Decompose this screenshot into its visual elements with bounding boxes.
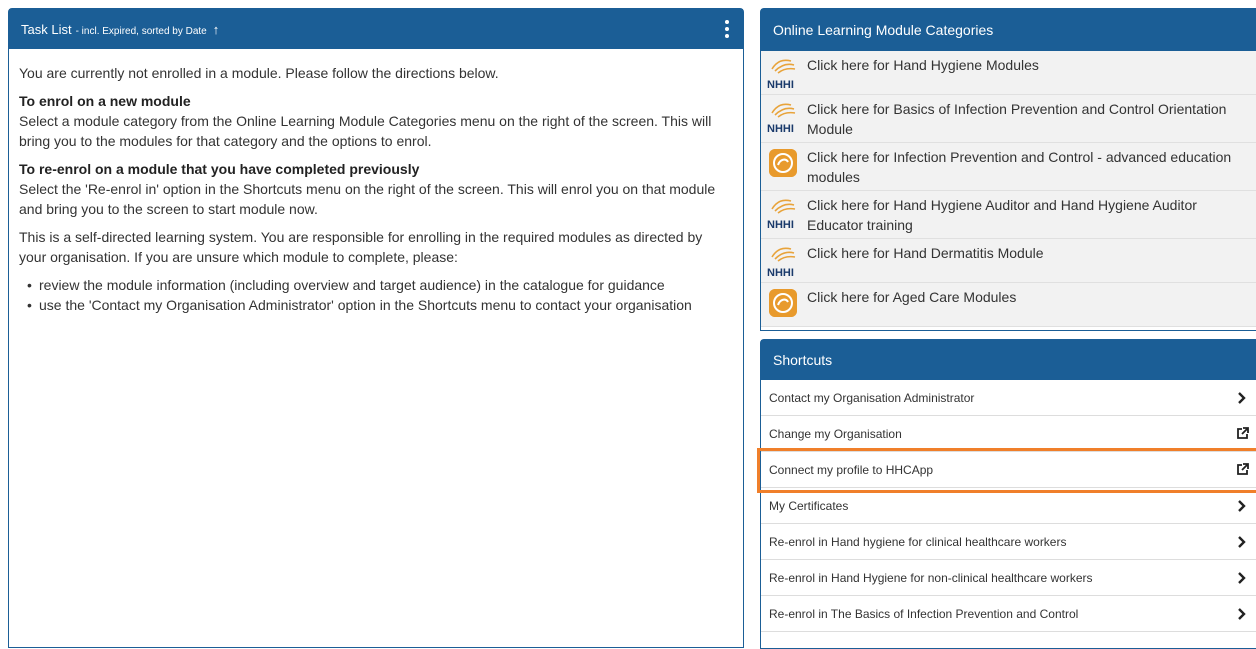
chevron-right-icon — [1235, 571, 1249, 585]
nhhi-logo-icon: NHHI — [767, 55, 801, 93]
reenrol-section: To re-enrol on a module that you have co… — [19, 159, 733, 219]
shortcut-label: Re-enrol in The Basics of Infection Prev… — [769, 606, 1079, 621]
hand-swirl-icon — [771, 247, 796, 262]
enrol-heading: To enrol on a new module — [19, 93, 191, 109]
nhhi-logo-text: NHHI — [767, 123, 794, 135]
orange-badge-icon — [767, 287, 801, 325]
category-label: Click here for Hand Dermatitis Module — [807, 245, 1044, 261]
shortcut-my-certificates[interactable]: My Certificates — [761, 488, 1256, 524]
list-item: review the module information (including… — [27, 275, 733, 295]
shortcut-reenrol-clinical[interactable]: Re-enrol in Hand hygiene for clinical he… — [761, 524, 1256, 560]
hand-swirl-icon — [771, 59, 796, 74]
category-hh-auditor[interactable]: NHHI Click here for Hand Hygiene Auditor… — [761, 191, 1256, 239]
shortcut-reenrol-nonclinical[interactable]: Re-enrol in Hand Hygiene for non-clinica… — [761, 560, 1256, 596]
shortcut-reenrol-basics-ipc[interactable]: Re-enrol in The Basics of Infection Prev… — [761, 596, 1256, 632]
category-label: Click here for Infection Prevention and … — [807, 149, 1232, 185]
menu-dot — [725, 34, 729, 38]
hand-swirl-icon — [771, 199, 796, 214]
shortcuts-list: Contact my Organisation Administrator Ch… — [761, 380, 1256, 632]
shortcut-label: Connect my profile to HHCApp — [769, 462, 934, 477]
module-categories-panel: Online Learning Module Categories NHHI C… — [760, 8, 1256, 331]
shortcuts-header: Shortcuts — [761, 340, 1256, 380]
task-list-body: You are currently not enrolled in a modu… — [9, 49, 743, 315]
category-label: Click here for Hand Hygiene Auditor and … — [807, 197, 1197, 233]
module-categories-list: NHHI Click here for Hand Hygiene Modules… — [761, 51, 1256, 327]
reenrol-text: Select the 'Re-enrol in' option in the S… — [19, 181, 716, 217]
category-hand-hygiene[interactable]: NHHI Click here for Hand Hygiene Modules — [761, 51, 1256, 95]
task-list-title-group: Task List - incl. Expired, sorted by Dat… — [21, 22, 219, 37]
nhhi-logo-text: NHHI — [767, 219, 794, 231]
task-list-subtitle: - incl. Expired, sorted by Date — [75, 25, 207, 37]
module-categories-header: Online Learning Module Categories — [761, 9, 1256, 51]
shortcut-connect-hhcapp[interactable]: Connect my profile to HHCApp — [761, 452, 1256, 488]
menu-dot — [725, 20, 729, 24]
category-label: Click here for Hand Hygiene Modules — [807, 57, 1039, 73]
task-list-panel: Task List - incl. Expired, sorted by Dat… — [8, 8, 744, 648]
chevron-right-icon — [1235, 607, 1249, 621]
chevron-right-icon — [1235, 499, 1249, 513]
nhhi-logo-icon: NHHI — [767, 243, 801, 281]
shortcut-contact-admin[interactable]: Contact my Organisation Administrator — [761, 380, 1256, 416]
category-ipc-advanced[interactable]: Click here for Infection Prevention and … — [761, 143, 1256, 191]
category-hand-dermatitis[interactable]: NHHI Click here for Hand Dermatitis Modu… — [761, 239, 1256, 283]
category-aged-care[interactable]: Click here for Aged Care Modules — [761, 283, 1256, 327]
chevron-right-icon — [1235, 535, 1249, 549]
task-list-title: Task List — [21, 21, 72, 37]
shortcut-label: Contact my Organisation Administrator — [769, 390, 975, 405]
sort-arrow-icon[interactable]: ↑ — [213, 22, 220, 37]
guidance-list: review the module information (including… — [19, 275, 733, 315]
nhhi-logo-icon: NHHI — [767, 195, 801, 233]
category-basics-ipc[interactable]: NHHI Click here for Basics of Infection … — [761, 95, 1256, 143]
nhhi-logo-icon: NHHI — [767, 99, 801, 137]
list-item: use the 'Contact my Organisation Adminis… — [27, 295, 733, 315]
enrol-section: To enrol on a new module Select a module… — [19, 91, 733, 151]
reenrol-heading: To re-enrol on a module that you have co… — [19, 161, 420, 177]
external-link-icon — [1235, 427, 1249, 441]
badge-logo-icon — [769, 289, 797, 317]
external-link-icon — [1235, 463, 1249, 477]
task-list-header: Task List - incl. Expired, sorted by Dat… — [9, 9, 743, 49]
self-directed-text: This is a self-directed learning system.… — [19, 229, 703, 265]
shortcut-label: My Certificates — [769, 498, 849, 513]
nhhi-logo-text: NHHI — [767, 79, 794, 91]
shortcuts-title: Shortcuts — [773, 352, 833, 368]
shortcut-change-organisation[interactable]: Change my Organisation — [761, 416, 1256, 452]
category-label: Click here for Basics of Infection Preve… — [807, 101, 1227, 137]
shortcut-label: Change my Organisation — [769, 426, 902, 441]
hand-swirl-icon — [771, 103, 796, 118]
kebab-menu-icon[interactable] — [721, 16, 733, 42]
nhhi-logo-text: NHHI — [767, 267, 794, 279]
shortcut-label: Re-enrol in Hand Hygiene for non-clinica… — [769, 570, 1093, 585]
menu-dot — [725, 27, 729, 31]
chevron-right-icon — [1235, 391, 1249, 405]
enrol-text: Select a module category from the Online… — [19, 113, 712, 149]
module-categories-title: Online Learning Module Categories — [773, 22, 994, 38]
shortcut-label: Re-enrol in Hand hygiene for clinical he… — [769, 534, 1067, 549]
orange-badge-icon — [767, 147, 801, 185]
badge-logo-icon — [769, 149, 797, 177]
intro-text: You are currently not enrolled in a modu… — [19, 65, 499, 81]
category-label: Click here for Aged Care Modules — [807, 289, 1017, 305]
shortcuts-panel: Shortcuts Contact my Organisation Admini… — [760, 339, 1256, 649]
